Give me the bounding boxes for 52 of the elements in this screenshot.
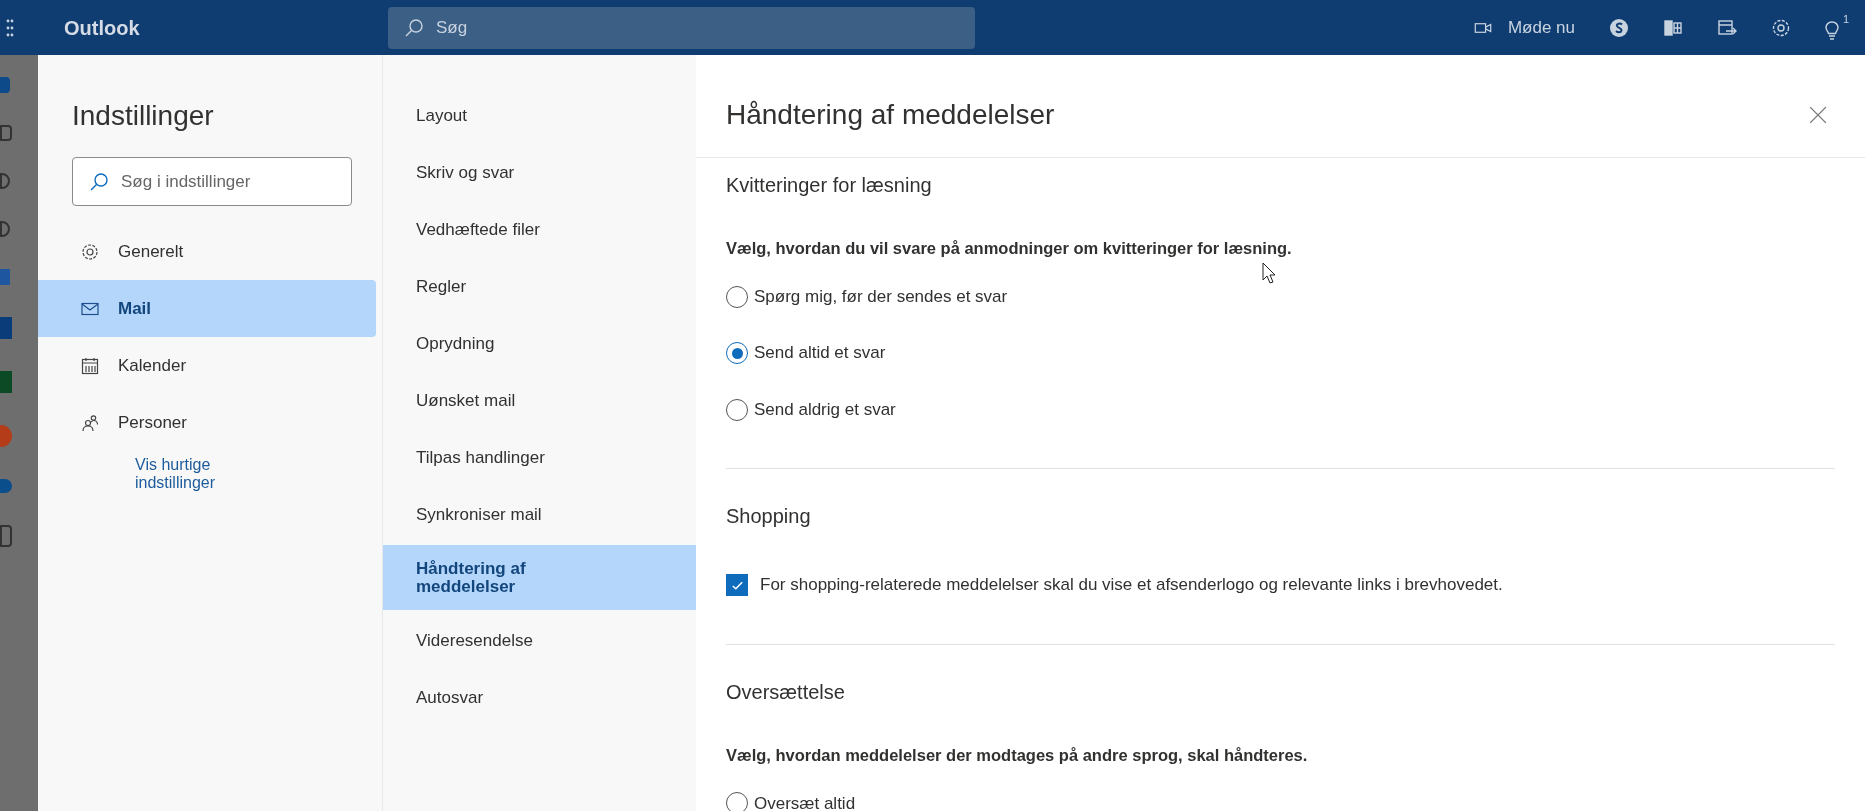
settings-subcategory[interactable]: Layout: [383, 87, 696, 144]
app-launcher-icon[interactable]: [6, 17, 14, 38]
quick-settings-link[interactable]: Vis hurtige indstillinger: [135, 456, 265, 492]
section-description: Vælg, hvordan meddelelser der modtages på andre sprog, skal håndteres.: [726, 744, 1309, 766]
section-heading: Oversættelse: [726, 679, 846, 705]
app-name[interactable]: Outlook: [64, 12, 388, 43]
settings-subcategory[interactable]: Vedhæftede filer: [383, 201, 696, 258]
settings-subcategory[interactable]: Skriv og svar: [383, 144, 696, 201]
chat-icon[interactable]: [1609, 17, 1629, 38]
panel-title: Håndtering af meddelelser: [726, 98, 1056, 132]
settings-search-field[interactable]: Søg i indstillinger: [72, 157, 352, 206]
board-icon[interactable]: [1663, 17, 1683, 38]
radio-button[interactable]: [726, 342, 748, 364]
settings-icon[interactable]: [1771, 17, 1791, 38]
radio-label: Spørg mig, før der sendes et svar: [754, 285, 1008, 308]
meet-now-button[interactable]: Møde nu: [1473, 14, 1575, 41]
radio-button[interactable]: [726, 792, 748, 811]
radio-button[interactable]: [726, 398, 748, 421]
settings-subcategory[interactable]: Autosvar: [383, 669, 696, 726]
calendar-icon: [80, 355, 100, 376]
close-icon[interactable]: [1809, 106, 1827, 124]
settings-subcategory[interactable]: Oprydning: [383, 315, 696, 372]
radio-label: Send aldrig et svar: [754, 398, 896, 421]
checkbox[interactable]: [726, 574, 748, 596]
gear-icon: [80, 241, 100, 262]
checkbox-label: For shopping-relaterede meddelelser skal du vise et afsenderlogo og relevante links i brevhovedet.: [760, 574, 1503, 597]
settings-subcategory[interactable]: Regler: [383, 258, 696, 315]
settings-category[interactable]: Generelt: [38, 223, 376, 280]
radio-label: Send altid et svar: [754, 342, 886, 365]
settings-subcategory[interactable]: Synkroniser mail: [383, 486, 696, 543]
calendar-arrow-icon[interactable]: [1717, 17, 1737, 38]
settings-subcategory[interactable]: Tilpas handlinger: [383, 429, 696, 486]
mouse-pointer-icon: [1262, 262, 1276, 284]
settings-subcategory[interactable]: Videresendelse: [383, 612, 696, 669]
settings-subcategory[interactable]: Håndtering af meddelelser: [383, 545, 696, 610]
search-icon: [89, 171, 109, 192]
search-icon: [404, 17, 424, 38]
settings-category[interactable]: Kalender: [38, 337, 376, 394]
video-camera-icon: [1473, 21, 1492, 34]
radio-button[interactable]: [726, 285, 748, 308]
radio-label: Oversæt altid: [754, 792, 856, 811]
settings-category[interactable]: Mail: [38, 280, 376, 337]
people-icon: [80, 412, 100, 433]
notification-count: 1: [1842, 11, 1849, 27]
section-description: Vælg, hvordan du vil svare på anmodninger om kvitteringer for læsning.: [726, 238, 1293, 259]
settings-title: Indstillinger: [72, 99, 215, 133]
section-heading: Kvitteringer for læsning: [726, 173, 933, 198]
settings-subcategory[interactable]: Uønsket mail: [383, 372, 696, 429]
settings-category[interactable]: Personer: [38, 394, 376, 451]
lightbulb-icon[interactable]: [1825, 20, 1839, 41]
search-field[interactable]: Søg: [388, 6, 975, 49]
section-heading: Shopping: [726, 504, 812, 530]
